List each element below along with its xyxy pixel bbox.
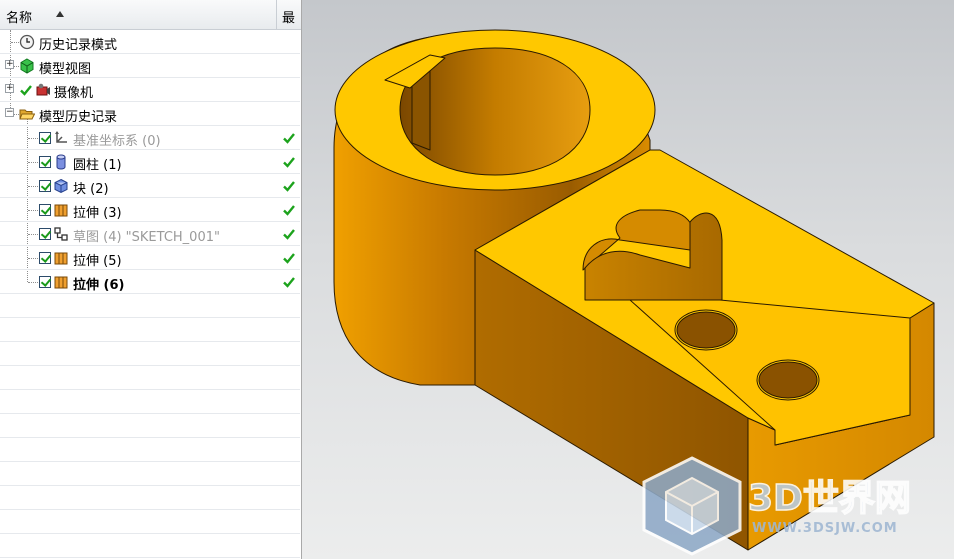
- feature-label: 基准坐标系 (0): [73, 134, 161, 149]
- extrude-icon: [54, 204, 68, 217]
- up-to-date-check-icon: [283, 181, 295, 192]
- column-name-label: 名称: [6, 11, 33, 26]
- cylinder-icon: [56, 154, 66, 170]
- datum-csys-icon: [55, 131, 67, 143]
- empty-row: [0, 318, 300, 342]
- clock-icon: [19, 34, 35, 50]
- empty-row: [0, 366, 300, 390]
- empty-row: [0, 438, 300, 462]
- empty-row: [0, 342, 300, 366]
- up-to-date-check-icon: [283, 229, 295, 240]
- navigator-header: 名称 最: [0, 0, 301, 30]
- tree-node-cameras[interactable]: + 摄像机: [0, 78, 300, 102]
- feature-row-sketch[interactable]: 草图 (4) "SKETCH_001": [0, 222, 300, 246]
- sort-ascending-icon: [56, 11, 64, 17]
- expand-toggle[interactable]: +: [5, 84, 14, 93]
- expand-toggle[interactable]: +: [5, 60, 14, 69]
- feature-label: 拉伸 (3): [73, 206, 122, 221]
- up-to-date-check-icon: [283, 277, 295, 288]
- feature-row-cylinder[interactable]: 圆柱 (1): [0, 150, 300, 174]
- empty-row: [0, 390, 300, 414]
- watermark-url: WWW.3DSJW.COM: [752, 521, 898, 536]
- feature-label: 拉伸 (5): [73, 254, 122, 269]
- feature-checkbox[interactable]: [39, 228, 51, 240]
- camera-icon: [36, 83, 50, 96]
- model-views-icon: [20, 58, 34, 74]
- up-to-date-check-icon: [283, 133, 295, 144]
- feature-row-block[interactable]: 块 (2): [0, 174, 300, 198]
- feature-row-extrude-6[interactable]: 拉伸 (6): [0, 270, 300, 294]
- feature-checkbox[interactable]: [39, 180, 51, 192]
- empty-row: [0, 510, 300, 534]
- feature-checkbox[interactable]: [39, 132, 51, 144]
- feature-label: 草图 (4) "SKETCH_001": [73, 230, 220, 245]
- part-navigator: 名称 最 历史记录模式 + 模型视图 + 摄像机 − 模型历史记录 基准坐标系 …: [0, 0, 302, 559]
- watermark-brand: 3D世界网: [748, 478, 911, 519]
- empty-row: [0, 414, 300, 438]
- feature-row-extrude-5[interactable]: 拉伸 (5): [0, 246, 300, 270]
- tree-node-label: 模型视图: [39, 62, 92, 77]
- extrude-icon: [54, 252, 68, 265]
- up-to-date-check-icon: [283, 157, 295, 168]
- feature-checkbox[interactable]: [39, 204, 51, 216]
- tree-node-model-views[interactable]: + 模型视图: [0, 54, 300, 78]
- graphics-window[interactable]: 3D世界网 WWW.3DSJW.COM: [302, 0, 954, 559]
- feature-checkbox[interactable]: [39, 276, 51, 288]
- sketch-icon: [54, 227, 68, 241]
- column-latest-header[interactable]: 最: [282, 7, 295, 26]
- feature-checkbox[interactable]: [39, 252, 51, 264]
- feature-row-datum-csys[interactable]: 基准坐标系 (0): [0, 126, 300, 150]
- feature-label: 块 (2): [73, 182, 109, 197]
- collapse-toggle[interactable]: −: [5, 108, 14, 117]
- folder-open-icon: [19, 109, 35, 120]
- tree-node-label: 历史记录模式: [39, 38, 118, 53]
- block-icon: [54, 178, 68, 194]
- tree-node-label: 摄像机: [54, 86, 94, 101]
- extrude-icon: [54, 276, 68, 289]
- tree-node-history-mode[interactable]: 历史记录模式: [0, 30, 300, 54]
- feature-checkbox[interactable]: [39, 156, 51, 168]
- empty-row: [0, 462, 300, 486]
- up-to-date-check-icon: [283, 253, 295, 264]
- green-check-icon: [20, 85, 32, 96]
- tree-node-label: 模型历史记录: [39, 110, 118, 125]
- up-to-date-check-icon: [283, 205, 295, 216]
- navigator-tree: 历史记录模式 + 模型视图 + 摄像机 − 模型历史记录 基准坐标系 (0) 圆…: [0, 30, 300, 558]
- small-hole-1: [676, 311, 736, 349]
- small-hole-2: [758, 361, 818, 399]
- part-model-view[interactable]: 3D世界网 WWW.3DSJW.COM: [302, 0, 954, 559]
- column-name-header[interactable]: 名称: [0, 0, 277, 29]
- empty-row: [0, 534, 300, 558]
- feature-row-extrude-3[interactable]: 拉伸 (3): [0, 198, 300, 222]
- empty-row: [0, 294, 300, 318]
- feature-label: 圆柱 (1): [73, 158, 122, 173]
- feature-label-current: 拉伸 (6): [73, 278, 125, 293]
- empty-row: [0, 486, 300, 510]
- tree-node-model-history[interactable]: − 模型历史记录: [0, 102, 300, 126]
